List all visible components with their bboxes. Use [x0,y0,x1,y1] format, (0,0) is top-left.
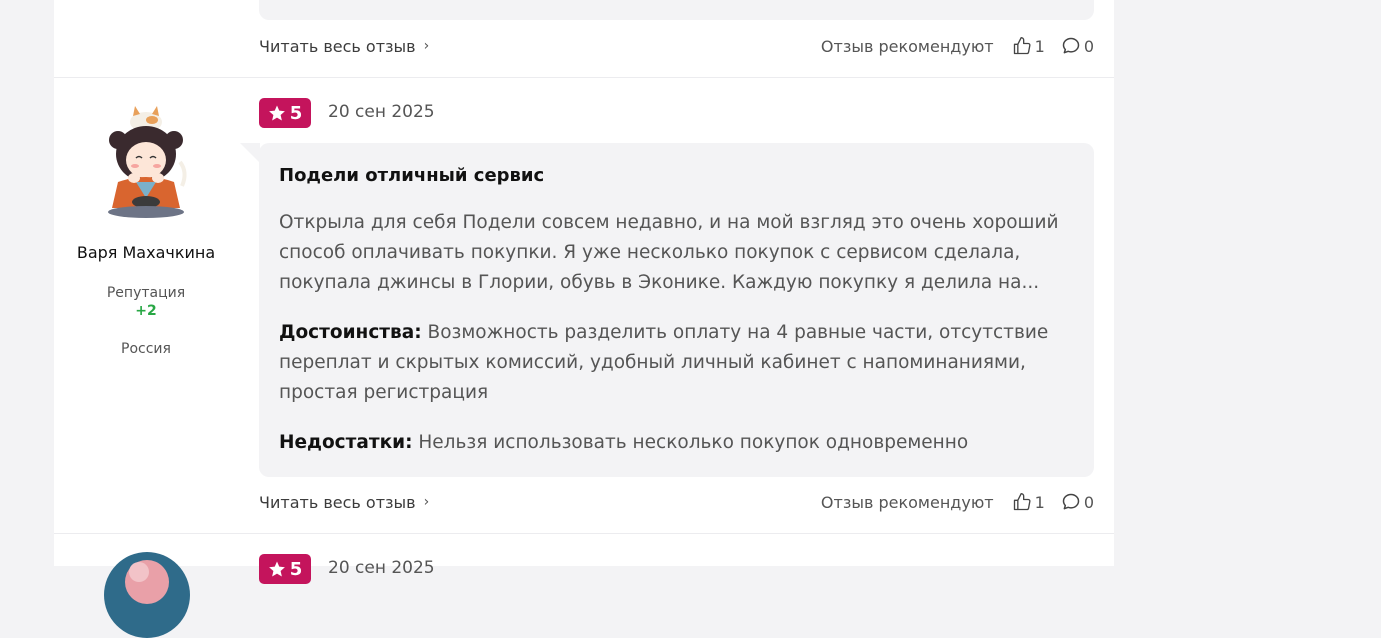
read-full-label: Читать весь отзыв [259,492,416,512]
star-icon [268,105,285,121]
comment-button[interactable]: 0 [1061,36,1094,56]
read-full-review-link[interactable]: Читать весь отзыв › [259,493,429,512]
review-excerpt: Открыла для себя Подели совсем недавно, … [279,212,1059,293]
read-full-label: Читать весь отзыв [259,36,416,56]
review-card[interactable]: Подели отличный сервис Открыла для себя … [259,143,1094,477]
like-button[interactable]: 1 [1012,492,1045,512]
rating-badge: 5 [259,98,311,128]
thumbs-up-icon [1013,37,1031,55]
pros-label: Достоинства: [279,322,422,343]
comment-icon [1062,493,1080,510]
recommend-label: Отзыв рекомендуют [820,36,994,56]
like-button[interactable]: 1 [1012,36,1045,56]
reviews-list: Читать весь отзыв › Отзыв рекомендуют 1 … [54,0,1114,638]
star-icon [268,561,285,577]
like-count: 1 [1034,492,1045,512]
avatar[interactable] [104,552,190,638]
bubble-tail [240,143,260,163]
comment-count: 0 [1083,36,1094,56]
divider [54,77,1114,78]
reputation-value: +2 [135,303,157,319]
review-date: 20 сен 2025 [328,102,435,122]
cons-label: Недостатки: [279,432,413,453]
cons-text: Нельзя использовать несколько покупок од… [418,432,969,453]
thumbs-up-icon [1013,493,1031,511]
review-footer: Читать весь отзыв › Отзыв рекомендуют 1 … [259,490,1094,514]
review-pros: Достоинства: Возможность разделить оплат… [279,318,1079,408]
chevron-right-icon: › [423,494,430,510]
author-name[interactable]: Варя Махачкина [54,243,238,262]
review-stats: Отзыв рекомендуют 1 0 [821,36,1094,56]
previous-review-footer: Читать весь отзыв › Отзыв рекомендуют 1 … [259,34,1094,58]
recommend-label: Отзыв рекомендуют [820,492,994,512]
reputation-label: Репутация [106,285,186,301]
avatar[interactable] [100,102,192,220]
chevron-right-icon: › [423,38,430,54]
divider [54,533,1114,534]
comment-button[interactable]: 0 [1061,492,1094,512]
review-stats: Отзыв рекомендуют 1 0 [821,492,1094,512]
comment-icon [1062,37,1080,54]
review-date: 20 сен 2025 [328,558,435,578]
comment-count: 0 [1083,492,1094,512]
review-cons: Недостатки: Нельзя использовать нескольк… [279,428,1079,458]
previous-review-card [259,0,1094,20]
like-count: 1 [1034,36,1045,56]
review-title[interactable]: Подели отличный сервис [279,165,544,186]
author-country: Россия [121,341,171,357]
rating-value: 5 [289,558,303,580]
rating-value: 5 [289,102,303,124]
read-full-review-link[interactable]: Читать весь отзыв › [259,37,429,56]
rating-badge: 5 [259,554,311,584]
